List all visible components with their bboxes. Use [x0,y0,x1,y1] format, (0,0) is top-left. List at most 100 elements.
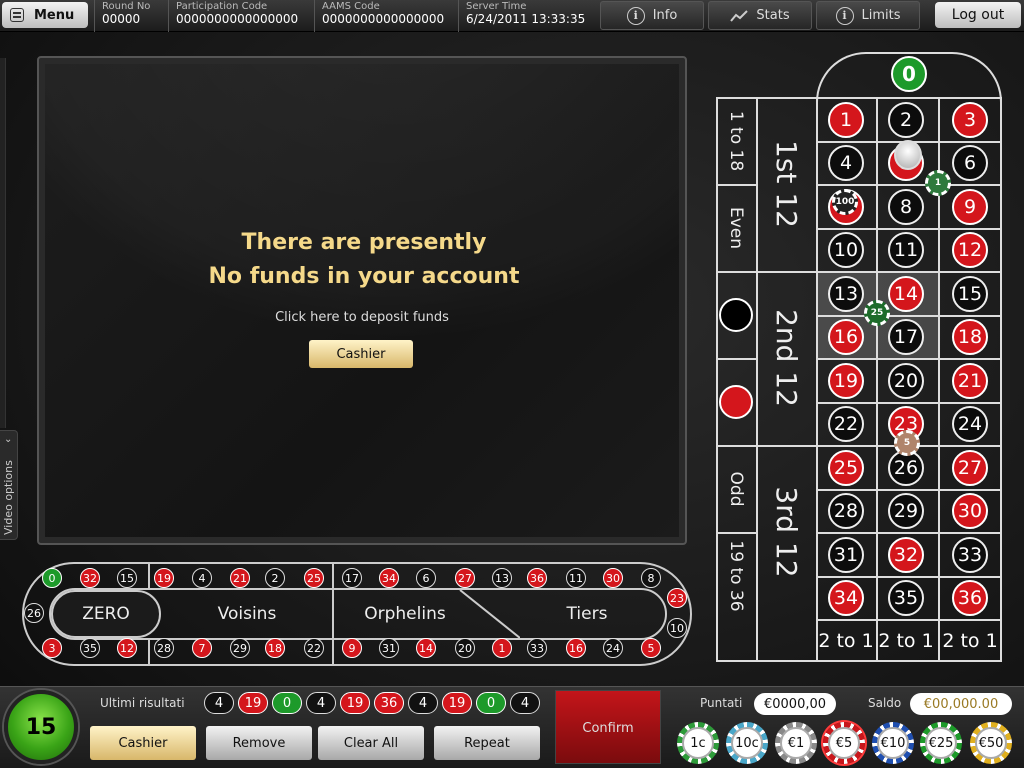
number-cell-35[interactable]: 35 [876,577,936,620]
number-cell-11[interactable]: 11 [876,229,936,272]
racetrack-number-34[interactable]: 34 [379,568,399,588]
racetrack-number-14[interactable]: 14 [416,638,436,658]
number-cell-3[interactable]: 3 [938,98,1002,141]
outside-bet-even[interactable]: Even [725,168,747,288]
racetrack-number-3[interactable]: 3 [42,638,62,658]
number-cell-25[interactable]: 25 [816,446,876,489]
confirm-button[interactable]: Confirm [555,690,661,764]
number-cell-2[interactable]: 2 [876,98,936,141]
racetrack-number-35[interactable]: 35 [80,638,100,658]
column-bet-1[interactable]: 2 to 1 [816,623,876,659]
chip-€50[interactable]: €50 [970,722,1012,764]
number-cell-15[interactable]: 15 [938,272,1002,315]
racetrack-number-12[interactable]: 12 [117,638,137,658]
number-cell-19[interactable]: 19 [816,359,876,402]
racetrack-number-2[interactable]: 2 [265,568,285,588]
racetrack-number-0[interactable]: 0 [42,568,62,588]
number-cell-30[interactable]: 30 [938,490,1002,533]
clear-all-button[interactable]: Clear All [318,726,424,760]
column-bet-3[interactable]: 2 to 1 [938,623,1002,659]
chip-€5[interactable]: €5 [823,722,865,764]
racetrack-number-8[interactable]: 8 [641,568,661,588]
racetrack-number-28[interactable]: 28 [154,638,174,658]
number-cell-1[interactable]: 1 [816,98,876,141]
sector-zero[interactable]: ZERO [51,590,161,638]
racetrack-number-15[interactable]: 15 [117,568,137,588]
racetrack-number-22[interactable]: 22 [304,638,324,658]
dozen-2[interactable]: 2nd 12 [770,278,803,438]
info-button[interactable]: i Info [600,1,704,30]
racetrack-number-33[interactable]: 33 [527,638,547,658]
number-cell-22[interactable]: 22 [816,403,876,446]
racetrack-number-27[interactable]: 27 [455,568,475,588]
number-cell-4[interactable]: 4 [816,142,876,185]
remove-button[interactable]: Remove [206,726,312,760]
stats-button[interactable]: Stats [708,1,812,30]
racetrack-number-5[interactable]: 5 [641,638,661,658]
number-cell-31[interactable]: 31 [816,533,876,576]
racetrack-number-1[interactable]: 1 [492,638,512,658]
number-cell-24[interactable]: 24 [938,403,1002,446]
placed-chip: 1 [925,170,951,196]
racetrack-number-36[interactable]: 36 [527,568,547,588]
racetrack-number-32[interactable]: 32 [80,568,100,588]
number-cell-34[interactable]: 34 [816,577,876,620]
number-cell-28[interactable]: 28 [816,490,876,533]
number-cell-36[interactable]: 36 [938,577,1002,620]
sector-orphelins[interactable]: Orphelins [334,590,476,638]
dozen-3[interactable]: 3rd 12 [770,452,803,612]
number-cell-21[interactable]: 21 [938,359,1002,402]
number-cell-27[interactable]: 27 [938,446,1002,489]
deposit-link[interactable]: Click here to deposit funds [37,310,687,325]
racetrack-number-19[interactable]: 19 [154,568,174,588]
racetrack-number-29[interactable]: 29 [230,638,250,658]
number-cell-33[interactable]: 33 [938,533,1002,576]
repeat-button[interactable]: Repeat [434,726,540,760]
racetrack-number-11[interactable]: 11 [566,568,586,588]
racetrack-number-4[interactable]: 4 [192,568,212,588]
racetrack-number-20[interactable]: 20 [455,638,475,658]
number-cell-8[interactable]: 8 [876,185,936,228]
video-options-tab[interactable]: ⌄ Video options [0,430,18,540]
racetrack-number-25[interactable]: 25 [304,568,324,588]
chip-1c[interactable]: 1c [677,722,719,764]
sector-tiers[interactable]: Tiers [502,590,672,638]
racetrack-number-6[interactable]: 6 [416,568,436,588]
racetrack-number-9[interactable]: 9 [342,638,362,658]
number-cell-10[interactable]: 10 [816,229,876,272]
chip-€10[interactable]: €10 [872,722,914,764]
racetrack-number-24[interactable]: 24 [603,638,623,658]
chip-€1[interactable]: €1 [775,722,817,764]
number-0[interactable]: 0 [891,56,927,92]
sector-voisins[interactable]: Voisins [162,590,332,638]
red-bet[interactable] [719,384,753,419]
menu-button[interactable]: Menu [2,2,88,28]
outside-bet-19-to-36[interactable]: 19 to 36 [725,516,747,636]
logout-button[interactable]: Log out [935,2,1021,28]
racetrack-number-18[interactable]: 18 [265,638,285,658]
number-cell-12[interactable]: 12 [938,229,1002,272]
racetrack-number-23[interactable]: 23 [667,588,687,608]
chip-€25[interactable]: €25 [920,722,962,764]
racetrack-number-31[interactable]: 31 [379,638,399,658]
limits-button[interactable]: i Limits [816,1,920,30]
number-cell-29[interactable]: 29 [876,490,936,533]
racetrack-number-17[interactable]: 17 [342,568,362,588]
racetrack-number-16[interactable]: 16 [566,638,586,658]
number-cell-18[interactable]: 18 [938,316,1002,359]
divider [148,562,150,590]
column-bet-2[interactable]: 2 to 1 [876,623,936,659]
racetrack-number-30[interactable]: 30 [603,568,623,588]
cashier-button[interactable]: Cashier [90,726,196,760]
number-cell-20[interactable]: 20 [876,359,936,402]
cashier-button-video[interactable]: Cashier [309,340,413,368]
racetrack-number-26[interactable]: 26 [24,603,44,623]
number-cell-32[interactable]: 32 [876,533,936,576]
racetrack-number-7[interactable]: 7 [192,638,212,658]
racetrack-number-10[interactable]: 10 [667,618,687,638]
chip-10c[interactable]: 10c [726,722,768,764]
racetrack-number-21[interactable]: 21 [230,568,250,588]
black-bet[interactable] [719,297,753,332]
racetrack-number-13[interactable]: 13 [492,568,512,588]
dozen-1[interactable]: 1st 12 [770,104,803,264]
